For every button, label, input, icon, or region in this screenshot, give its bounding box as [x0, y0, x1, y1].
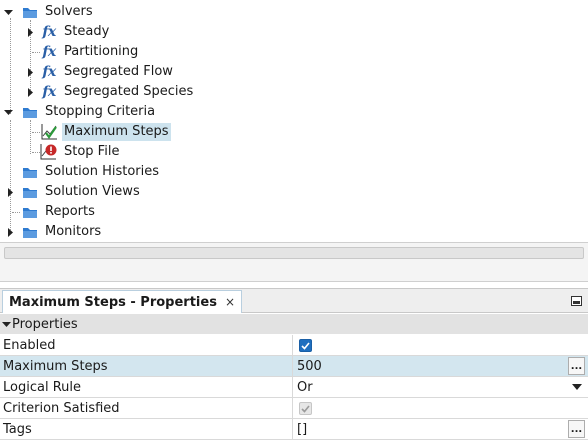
collapse-arrow-icon[interactable]	[2, 320, 12, 329]
maximum-steps-value[interactable]: 500	[297, 356, 322, 377]
tree-item-label: Reports	[45, 204, 95, 219]
scrollbar-track[interactable]	[4, 247, 584, 259]
tab-maximum-steps-properties[interactable]: Maximum Steps - Properties ×	[2, 290, 242, 313]
tree-item-label: Partitioning	[64, 44, 139, 59]
tree-item-maximum-steps[interactable]: Maximum Steps	[0, 122, 588, 142]
tab-title: Maximum Steps - Properties	[9, 294, 217, 310]
column-divider	[292, 356, 293, 377]
expand-arrow-icon[interactable]	[25, 22, 35, 42]
folder-icon	[21, 183, 39, 201]
function-icon: fx	[42, 24, 56, 40]
tree-item-monitors[interactable]: Monitors	[0, 222, 588, 242]
tree-item-segregated-species[interactable]: fx Segregated Species	[0, 82, 588, 102]
tree-item-partitioning[interactable]: fx Partitioning	[0, 42, 588, 62]
property-name: Maximum Steps	[3, 359, 108, 374]
property-name: Criterion Satisfied	[3, 401, 120, 416]
section-title: Properties	[12, 316, 78, 332]
tree-item-steady[interactable]: fx Steady	[0, 22, 588, 42]
property-row-enabled[interactable]: Enabled	[0, 335, 588, 356]
tree-item-label: Solution Views	[45, 184, 140, 199]
logical-rule-value[interactable]: Or	[297, 377, 313, 398]
column-divider	[292, 335, 293, 356]
property-row-logical-rule[interactable]: Logical Rule Or	[0, 377, 588, 398]
ellipsis-button[interactable]: ...	[568, 420, 585, 438]
panel-tab-bar: Maximum Steps - Properties ×	[0, 289, 588, 313]
close-icon[interactable]: ×	[225, 295, 235, 309]
properties-panel: Maximum Steps - Properties × Properties …	[0, 288, 588, 447]
folder-icon	[21, 223, 39, 241]
folder-icon	[21, 163, 39, 181]
tree-item-label: Segregated Flow	[64, 64, 173, 79]
tree-item-label: Solvers	[45, 4, 93, 19]
tree-item-solution-histories[interactable]: Solution Histories	[0, 162, 588, 182]
tree-item-label: Monitors	[45, 224, 102, 239]
column-divider	[292, 377, 293, 398]
tree-item-solvers[interactable]: Solvers	[0, 2, 588, 22]
tree-item-label: Stopping Criteria	[45, 104, 156, 119]
tags-value[interactable]: []	[297, 419, 307, 440]
tree-item-label: Stop File	[64, 144, 120, 159]
ellipsis-button[interactable]: ...	[568, 357, 585, 375]
tree-item-solution-views[interactable]: Solution Views	[0, 182, 588, 202]
property-name: Enabled	[3, 338, 56, 353]
chart-check-icon	[40, 123, 58, 141]
enabled-checkbox[interactable]	[299, 339, 312, 352]
tree-item-label: Maximum Steps	[62, 123, 171, 141]
expand-arrow-icon[interactable]	[5, 182, 15, 202]
expand-arrow-icon[interactable]	[5, 222, 15, 242]
function-icon: fx	[42, 84, 56, 100]
folder-icon	[21, 203, 39, 221]
property-name: Logical Rule	[3, 380, 81, 395]
property-row-tags[interactable]: Tags [] ...	[0, 419, 588, 440]
column-divider	[292, 398, 293, 419]
function-icon: fx	[42, 44, 56, 60]
folder-icon	[21, 103, 39, 121]
collapse-arrow-icon[interactable]	[3, 2, 13, 22]
property-name: Tags	[3, 422, 32, 437]
properties-section-header[interactable]: Properties	[0, 314, 588, 334]
simulation-tree: Solvers fx Steady fx Partitioning fx Seg…	[0, 0, 588, 242]
minimize-icon[interactable]	[571, 296, 582, 306]
tree-item-segregated-flow[interactable]: fx Segregated Flow	[0, 62, 588, 82]
column-divider	[292, 419, 293, 440]
criterion-satisfied-checkbox	[299, 402, 312, 415]
tree-item-label: Solution Histories	[45, 164, 160, 179]
tree-item-label: Steady	[64, 24, 110, 39]
horizontal-scrollbar[interactable]	[0, 242, 588, 282]
folder-icon	[21, 3, 39, 21]
chart-alert-icon	[40, 143, 58, 161]
expand-arrow-icon[interactable]	[25, 82, 35, 102]
tree-item-stop-file[interactable]: Stop File	[0, 142, 588, 162]
property-row-maximum-steps[interactable]: Maximum Steps 500 ...	[0, 356, 588, 377]
collapse-arrow-icon[interactable]	[3, 102, 13, 122]
tree-item-reports[interactable]: Reports	[0, 202, 588, 222]
expand-arrow-icon[interactable]	[25, 62, 35, 82]
function-icon: fx	[42, 64, 56, 80]
dropdown-arrow-icon[interactable]	[572, 384, 582, 390]
tree-item-label: Segregated Species	[64, 84, 194, 99]
property-row-criterion-satisfied: Criterion Satisfied	[0, 398, 588, 419]
tree-item-stopping-criteria[interactable]: Stopping Criteria	[0, 102, 588, 122]
